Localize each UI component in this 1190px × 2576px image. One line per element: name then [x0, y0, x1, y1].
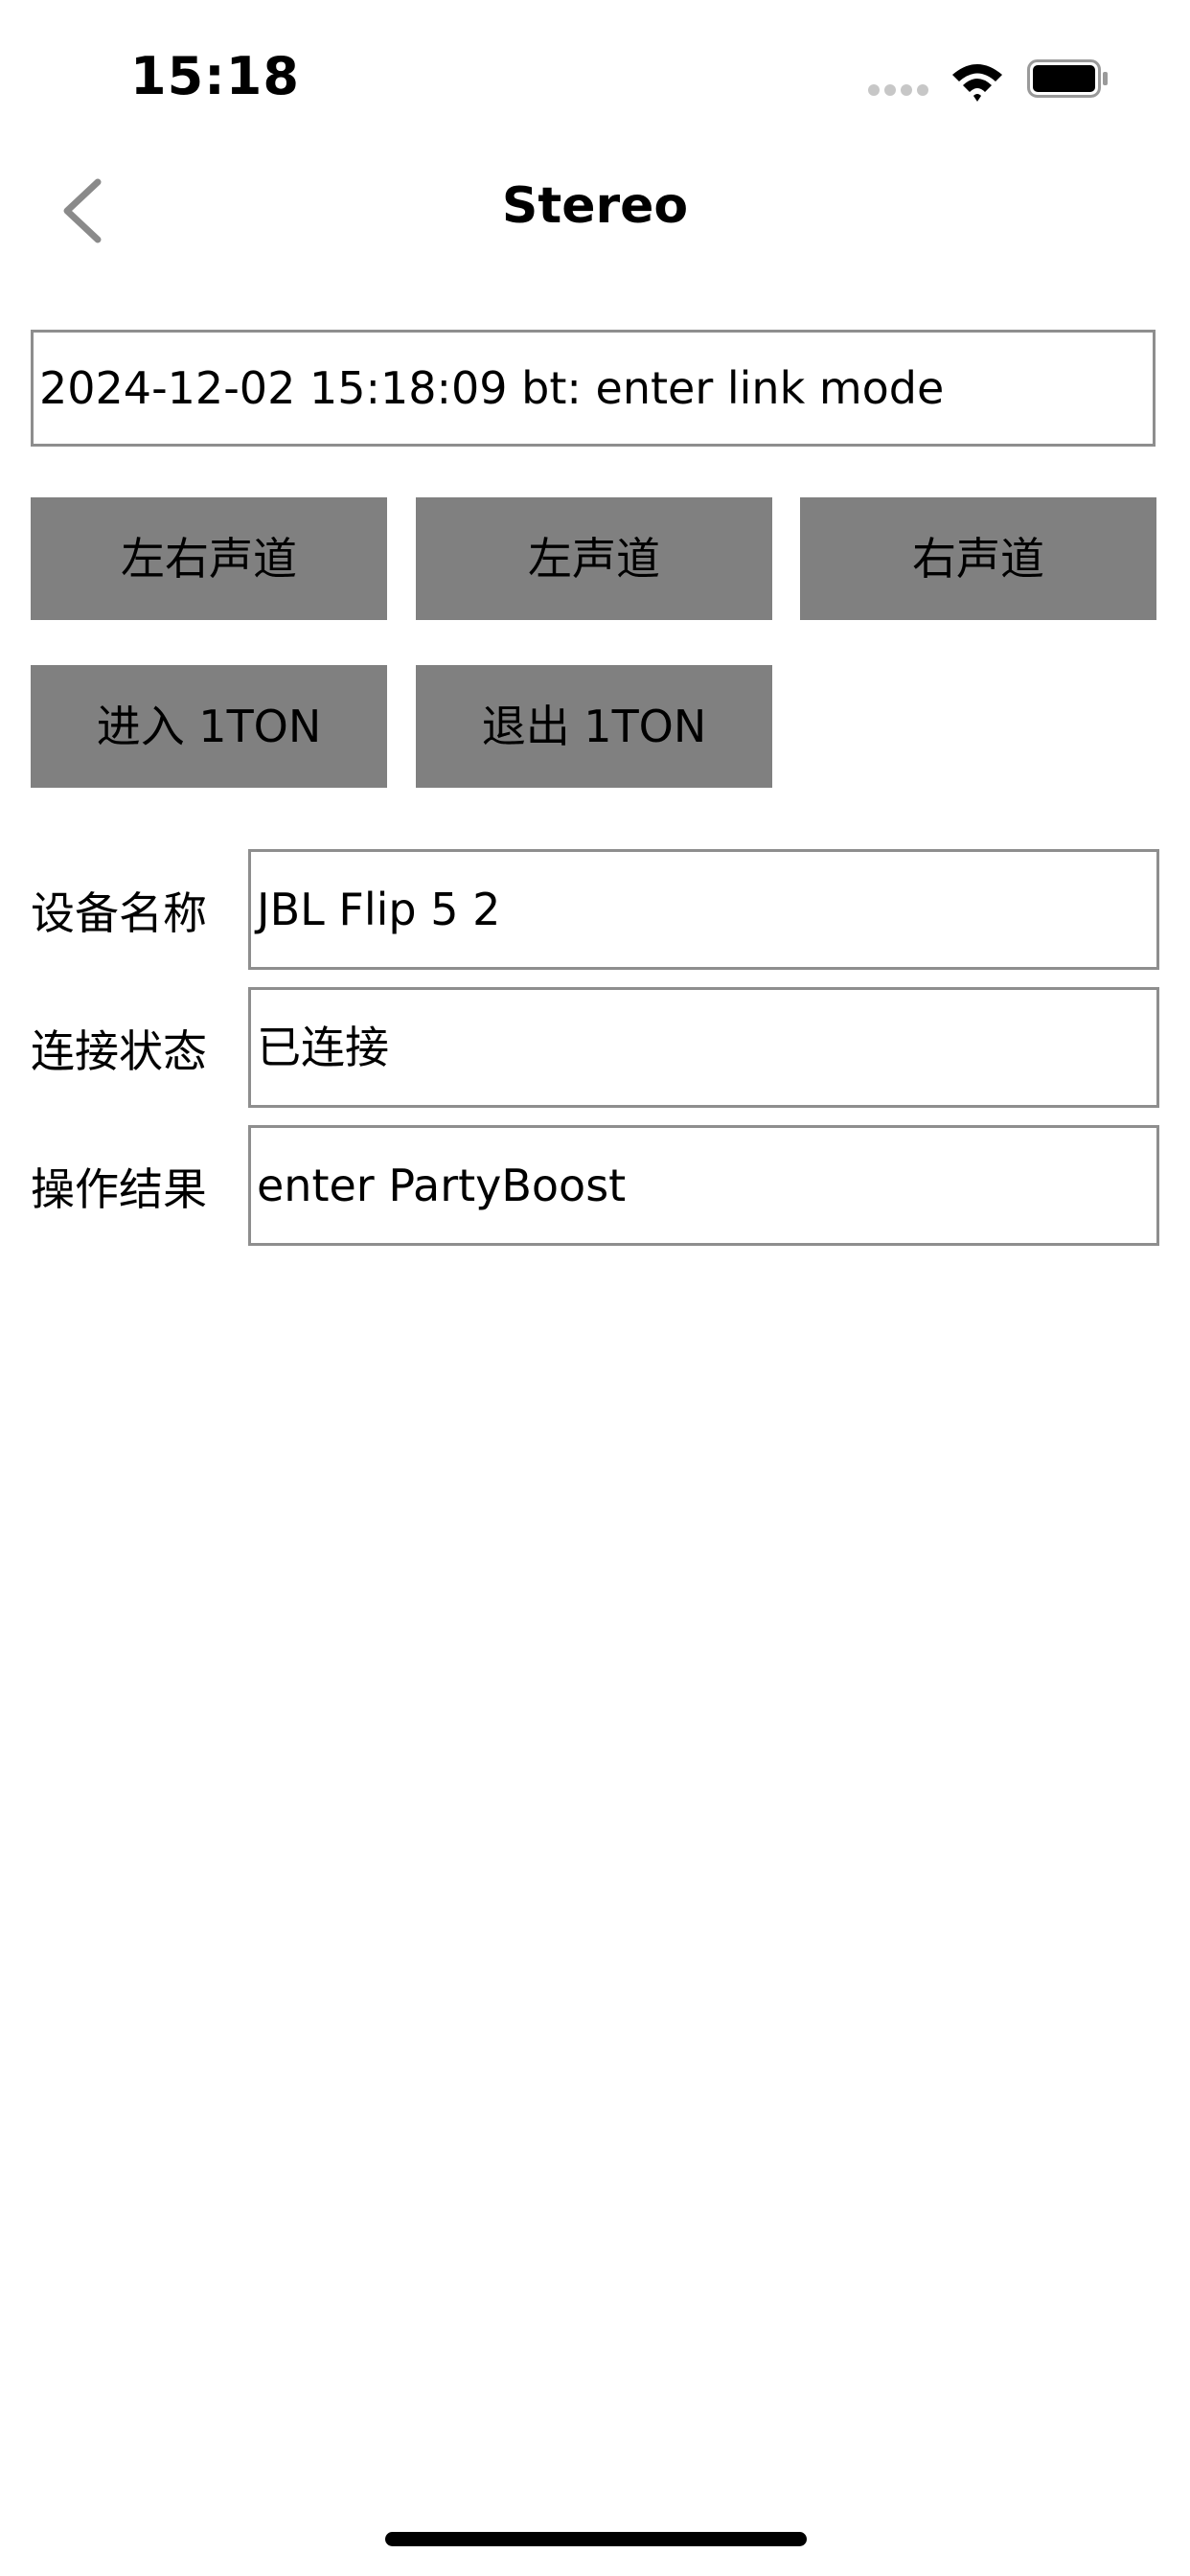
stereo-channel-button[interactable]: 左右声道 — [31, 497, 387, 620]
exit-1ton-button[interactable]: 退出 1TON — [416, 665, 772, 788]
right-channel-button[interactable]: 右声道 — [800, 497, 1156, 620]
left-channel-button[interactable]: 左声道 — [416, 497, 772, 620]
home-indicator[interactable] — [385, 2532, 807, 2546]
log-output-field[interactable]: 2024-12-02 15:18:09 bt: enter link mode — [31, 330, 1156, 447]
device-name-field[interactable]: JBL Flip 5 2 — [248, 849, 1159, 970]
enter-1ton-button[interactable]: 进入 1TON — [31, 665, 387, 788]
connection-status-label: 连接状态 — [31, 1025, 207, 1077]
operation-result-label: 操作结果 — [31, 1163, 207, 1215]
wifi-icon — [952, 64, 1002, 102]
connection-status-field[interactable]: 已连接 — [248, 987, 1159, 1108]
cellular-signal-icon — [868, 84, 929, 98]
battery-icon — [1027, 59, 1108, 98]
device-name-label: 设备名称 — [31, 887, 207, 939]
status-time: 15:18 — [130, 46, 300, 106]
operation-result-field[interactable]: enter PartyBoost — [248, 1125, 1159, 1246]
page-title: Stereo — [501, 177, 689, 235]
